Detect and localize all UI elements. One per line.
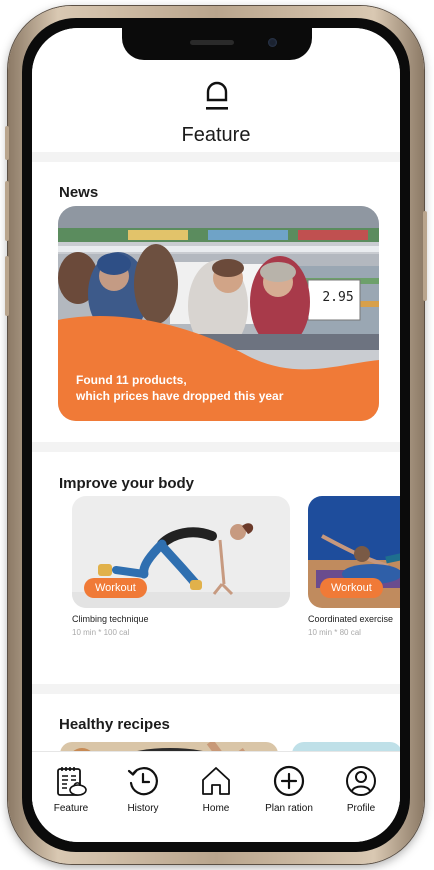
workout-image: Workout: [308, 496, 400, 608]
news-section: News 2.95 Found 11 products, which price…: [32, 162, 400, 442]
volume-down-button: [5, 256, 9, 316]
tab-label: Feature: [53, 803, 89, 814]
workout-meta: 10 min * 100 cal: [72, 628, 130, 637]
workout-card[interactable]: Workout Climbing technique 10 min * 100 …: [72, 496, 290, 637]
page-title: Feature: [181, 124, 251, 146]
feature-document-icon: [57, 767, 87, 796]
tab-plan-ration[interactable]: Plan ration: [252, 764, 326, 814]
news-banner-line1: Found 11 products,: [76, 373, 187, 387]
workout-name: Climbing technique: [72, 614, 149, 624]
news-title: News: [59, 184, 99, 201]
notch: [122, 28, 312, 60]
workout-card[interactable]: Workout Coordinated exercise 10 min * 80…: [308, 496, 400, 637]
phone-frame: Feature News 2.95 Found 11 products, whi…: [5, 6, 427, 864]
tab-label: Profile: [346, 803, 376, 814]
power-button: [423, 211, 427, 301]
plus-circle-icon: [273, 765, 305, 797]
history-clock-icon: [127, 767, 158, 796]
mute-switch: [5, 126, 9, 160]
recipes-title: Healthy recipes: [59, 716, 170, 733]
phone-bezel: Feature News 2.95 Found 11 products, whi…: [22, 18, 410, 852]
front-camera: [268, 38, 277, 47]
workout-meta: 10 min * 80 cal: [308, 628, 361, 637]
app-screen: Feature News 2.95 Found 11 products, whi…: [32, 28, 400, 842]
workout-badge: Workout: [320, 578, 383, 598]
workout-name: Coordinated exercise: [308, 614, 394, 624]
speaker: [190, 40, 234, 45]
tab-label: Plan ration: [265, 803, 313, 814]
news-banner[interactable]: 2.95 Found 11 products, which prices hav…: [58, 206, 379, 421]
volume-up-button: [5, 181, 9, 241]
tab-feature[interactable]: Feature: [34, 764, 108, 814]
improve-title: Improve your body: [59, 475, 195, 492]
home-icon: [202, 767, 230, 795]
tab-profile[interactable]: Profile: [324, 764, 398, 814]
tab-label: History: [127, 803, 159, 814]
workout-badge: Workout: [84, 578, 147, 598]
tab-history[interactable]: History: [106, 764, 180, 814]
tab-label: Home: [202, 803, 230, 814]
price-tag: 2.95: [322, 290, 354, 305]
bell-icon[interactable]: [205, 78, 229, 118]
bottom-tab-bar: Feature History Home Plan ration Profile: [32, 752, 400, 842]
workout-image: Workout: [72, 496, 290, 608]
news-banner-text: Found 11 products, which prices have dro…: [76, 372, 283, 404]
tab-home[interactable]: Home: [179, 764, 253, 814]
improve-section: Improve your body Workout Climbing techn…: [32, 452, 400, 684]
news-banner-line2: which prices have dropped this year: [76, 389, 284, 403]
profile-icon: [346, 766, 376, 796]
